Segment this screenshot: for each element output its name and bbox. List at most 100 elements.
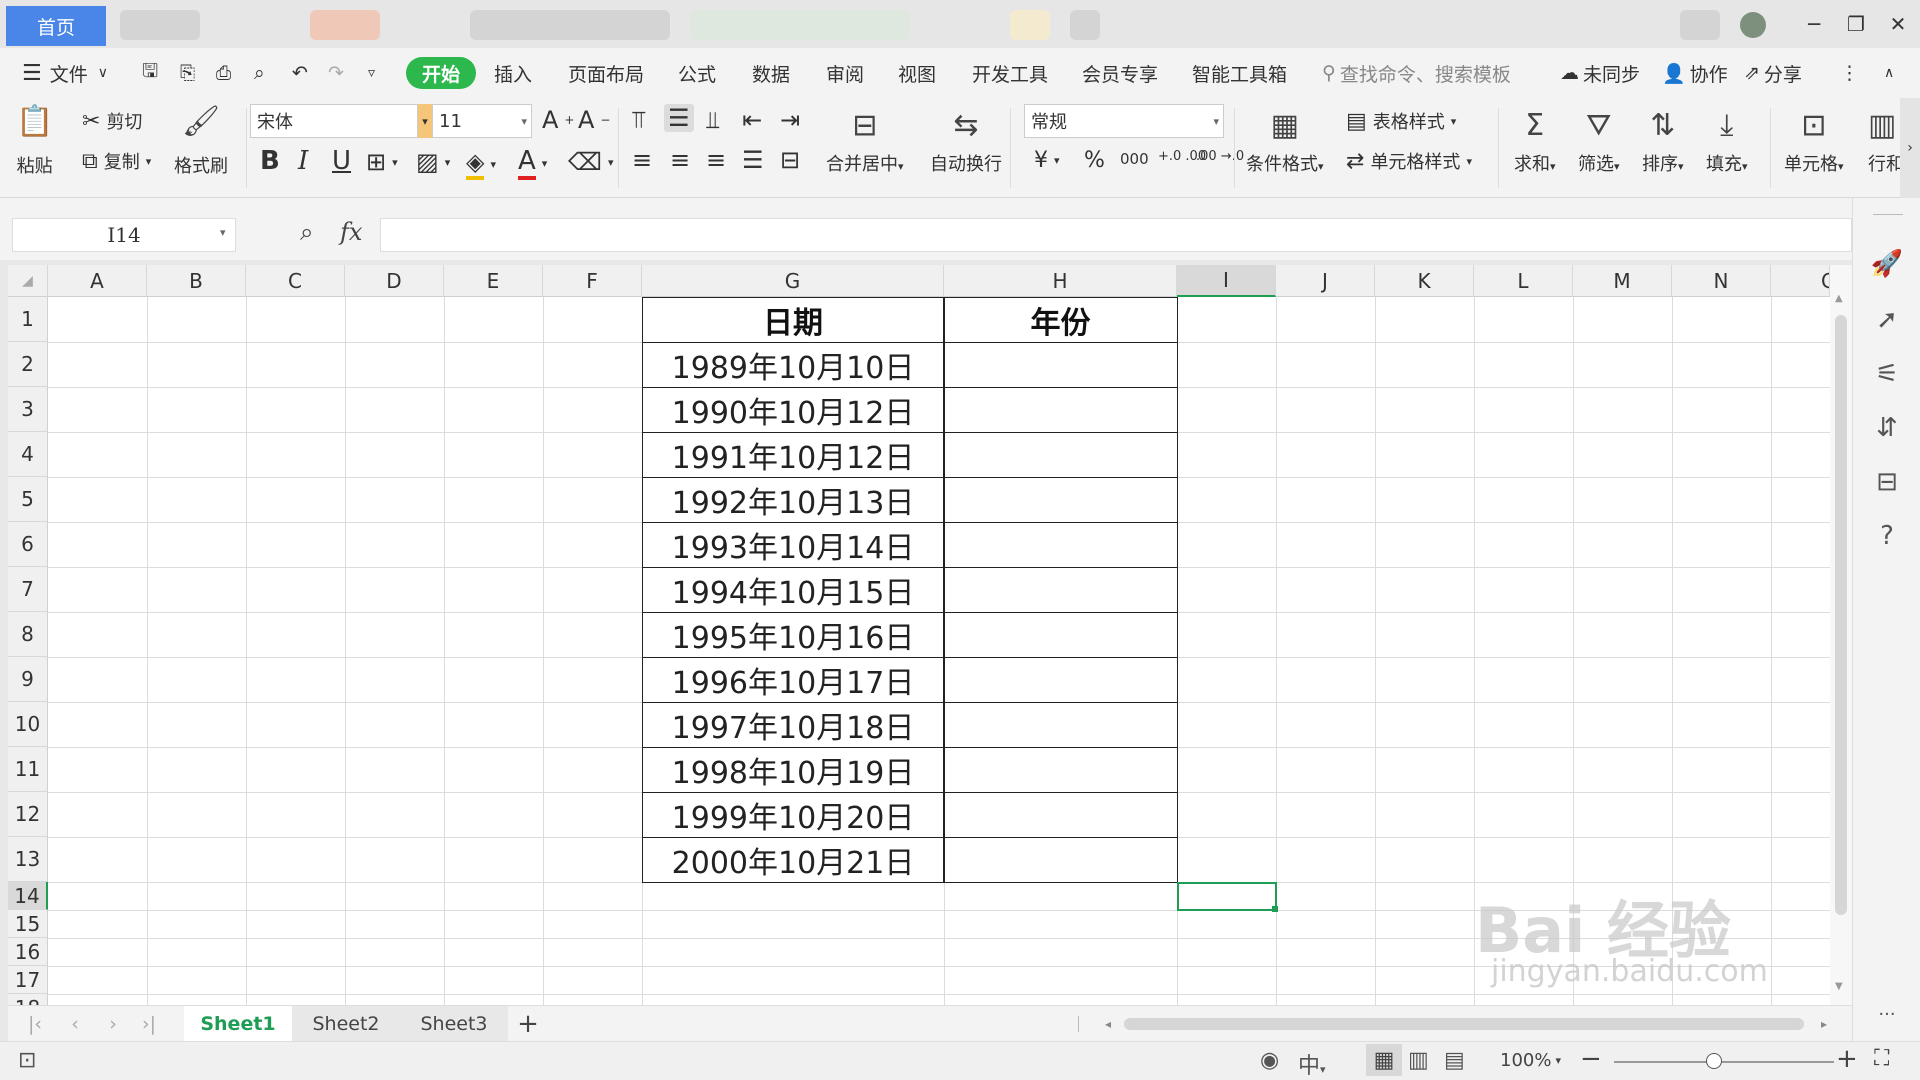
row-header[interactable]: 17: [8, 966, 48, 994]
print-icon[interactable]: ⎙: [216, 48, 231, 98]
row-header[interactable]: 3: [8, 387, 48, 432]
align-left-icon[interactable]: ≡: [632, 146, 652, 174]
cell-G13[interactable]: 2000年10月21日: [642, 837, 944, 882]
undo-icon[interactable]: ↶: [292, 48, 308, 98]
print-preview-icon[interactable]: ⌕: [254, 48, 265, 98]
zoom-level[interactable]: 100% ▾: [1500, 1050, 1561, 1071]
redo-icon[interactable]: ↷: [328, 48, 344, 98]
cut-button[interactable]: ✂ 剪切: [82, 108, 142, 134]
paste-button[interactable]: 📋 粘贴: [16, 104, 53, 178]
cell-G11[interactable]: 1998年10月19日: [642, 747, 944, 792]
row-header[interactable]: 7: [8, 567, 48, 612]
tab-page-layout[interactable]: 页面布局: [568, 48, 644, 98]
export-icon[interactable]: ⎘: [180, 48, 195, 98]
close-icon[interactable]: ✕: [1880, 8, 1916, 40]
distributed-icon[interactable]: ⊟: [780, 146, 800, 174]
column-header[interactable]: F: [543, 265, 642, 297]
spreadsheet-grid[interactable]: ◢ A B C D E F G H I J K L M N C 1 2 3 4 …: [8, 265, 1830, 1005]
fullscreen-icon[interactable]: ⛶: [1874, 1046, 1889, 1071]
function-icon[interactable]: fx: [340, 218, 362, 246]
row-header[interactable]: 15: [8, 910, 48, 938]
row-header[interactable]: 8: [8, 612, 48, 657]
vertical-scrollbar[interactable]: ▲ ▼: [1830, 265, 1852, 1005]
first-sheet-icon[interactable]: |‹: [20, 1006, 50, 1042]
conditional-format-button[interactable]: ▦ 条件格式▾: [1246, 108, 1324, 176]
column-header[interactable]: L: [1474, 265, 1573, 297]
splitter[interactable]: [1078, 1016, 1079, 1032]
cell-G3[interactable]: 1990年10月12日: [642, 387, 944, 432]
thousands-button[interactable]: 000: [1120, 150, 1149, 168]
column-header[interactable]: E: [444, 265, 543, 297]
sync-button[interactable]: ☁ 未同步: [1560, 48, 1640, 98]
tab-home[interactable]: 开始: [406, 57, 477, 89]
share-button[interactable]: ⇗ 分享: [1744, 48, 1802, 98]
select-all-corner[interactable]: ◢: [8, 265, 48, 297]
cell-G12[interactable]: 1999年10月20日: [642, 792, 944, 837]
cell-G9[interactable]: 1996年10月17日: [642, 657, 944, 702]
row-header[interactable]: 14: [8, 882, 48, 910]
cell-style-icon[interactable]: ▨ ▾: [416, 148, 450, 176]
cell-G10[interactable]: 1997年10月18日: [642, 702, 944, 747]
document-tab[interactable]: [310, 10, 380, 40]
underline-icon[interactable]: U: [332, 146, 351, 176]
percent-button[interactable]: %: [1084, 148, 1105, 173]
zoom-search-icon[interactable]: ⌕: [300, 218, 313, 246]
document-tab[interactable]: [470, 10, 670, 40]
currency-button[interactable]: ¥ ▾: [1034, 148, 1060, 173]
row-header[interactable]: 9: [8, 657, 48, 702]
column-header[interactable]: A: [48, 265, 147, 297]
row-col-button[interactable]: ▥ 行和: [1868, 108, 1900, 176]
cell-G6[interactable]: 1993年10月14日: [642, 522, 944, 567]
row-header[interactable]: 6: [8, 522, 48, 567]
cell-G7[interactable]: 1994年10月15日: [642, 567, 944, 612]
avatar[interactable]: [1680, 10, 1720, 40]
ribbon-scroll-right-icon[interactable]: ›: [1900, 98, 1920, 198]
page-layout-view-icon[interactable]: ▤: [1444, 1048, 1465, 1073]
rocket-icon[interactable]: 🚀: [1871, 248, 1903, 280]
fill-button[interactable]: ⤓ 填充▾: [1706, 108, 1748, 176]
row-header[interactable]: 2: [8, 342, 48, 387]
tab-review[interactable]: 审阅: [826, 48, 864, 98]
zoom-out-icon[interactable]: −: [1580, 1044, 1602, 1074]
sort-button[interactable]: ⇅ 排序▾: [1642, 108, 1684, 176]
align-center-icon[interactable]: ≡: [670, 146, 690, 174]
cell-G5[interactable]: 1992年10月13日: [642, 477, 944, 522]
tab-smart-toolbox[interactable]: 智能工具箱: [1192, 48, 1287, 98]
merge-center-button[interactable]: ⊟ 合并居中▾: [826, 108, 904, 176]
italic-icon[interactable]: I: [298, 146, 308, 176]
tab-developer[interactable]: 开发工具: [972, 48, 1048, 98]
save-icon[interactable]: 🖫: [142, 48, 158, 98]
sheet-tab-active[interactable]: Sheet1: [184, 1006, 292, 1042]
cell-H1[interactable]: 年份: [944, 297, 1177, 342]
add-sheet-button[interactable]: +: [508, 1006, 548, 1042]
cell-button[interactable]: ⊡ 单元格▾: [1784, 108, 1844, 176]
column-header[interactable]: B: [147, 265, 246, 297]
scroll-right-icon[interactable]: ▸: [1814, 1006, 1834, 1042]
copy-button[interactable]: ⧉ 复制 ▾: [82, 148, 151, 174]
increase-indent-icon[interactable]: ⇥: [780, 106, 800, 134]
collapse-ribbon-icon[interactable]: ∧: [1884, 48, 1894, 98]
row-header[interactable]: 18: [8, 994, 48, 1005]
column-header[interactable]: C: [1771, 265, 1830, 297]
column-header[interactable]: H: [944, 265, 1177, 297]
wrap-text-button[interactable]: ⇆ 自动换行: [930, 108, 1002, 176]
input-method-icon[interactable]: 中▾: [1298, 1048, 1326, 1080]
cell-G4[interactable]: 1991年10月12日: [642, 432, 944, 477]
column-header[interactable]: J: [1276, 265, 1375, 297]
chevron-down-icon[interactable]: ▾: [418, 104, 432, 138]
justify-icon[interactable]: ☰: [742, 146, 764, 174]
decrease-decimal-button[interactable]: .00 →.0: [1196, 150, 1244, 164]
document-tab[interactable]: [120, 10, 200, 40]
normal-view-icon[interactable]: ▦: [1366, 1044, 1402, 1076]
zoom-slider-thumb[interactable]: [1706, 1053, 1722, 1069]
document-tab[interactable]: [1070, 10, 1100, 40]
collaborate-button[interactable]: 👤 协作: [1662, 48, 1728, 98]
document-tab[interactable]: [1010, 10, 1050, 40]
customize-icon[interactable]: ▿: [368, 48, 375, 98]
horizontal-scrollbar-thumb[interactable]: [1124, 1018, 1804, 1030]
decrease-indent-icon[interactable]: ⇤: [742, 106, 762, 134]
scroll-left-icon[interactable]: ◂: [1098, 1006, 1118, 1042]
help-icon[interactable]: ?: [1871, 520, 1903, 552]
zoom-in-icon[interactable]: +: [1836, 1044, 1858, 1074]
align-right-icon[interactable]: ≡: [706, 146, 726, 174]
